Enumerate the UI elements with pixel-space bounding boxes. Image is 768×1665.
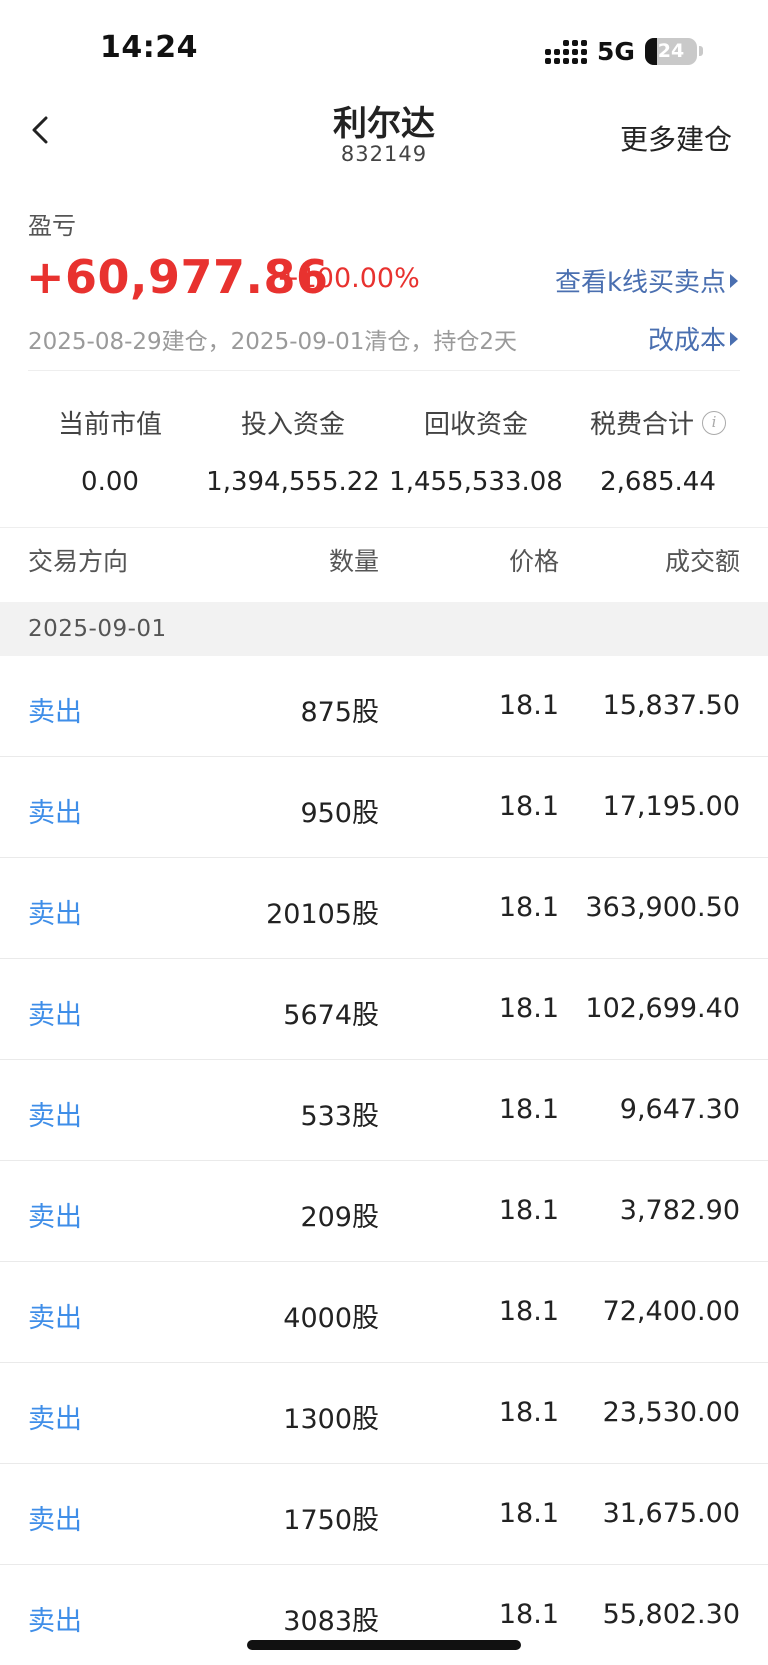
trade-list: 卖出 875股 18.1 15,837.50 卖出 950股 18.1 17,195.00 卖出…	[0, 656, 768, 1665]
stat-label: 回收资金	[423, 410, 528, 440]
table-row[interactable]: 卖出 1750股 18.1 31,675.00	[0, 1464, 768, 1565]
trade-direction: 卖出	[28, 1303, 82, 1334]
stat-value: 0.00	[81, 467, 139, 497]
status-time: 14:24	[100, 30, 198, 65]
trade-direction: 卖出	[28, 1000, 82, 1031]
home-indicator[interactable]	[247, 1640, 521, 1650]
trade-direction: 卖出	[28, 798, 82, 829]
table-header: 交易方向 数量 价格 成交额	[0, 528, 768, 602]
stat-value: 2,685.44	[600, 467, 716, 497]
trade-amount: 363,900.50	[585, 892, 740, 923]
change-cost-link[interactable]: 改成本	[648, 320, 738, 357]
stat-invested: 投入资金 1,394,555.22	[203, 404, 383, 497]
network-type: 5G	[597, 37, 635, 66]
trade-amount: 72,400.00	[602, 1296, 740, 1327]
table-row[interactable]: 卖出 20105股 18.1 363,900.50	[0, 858, 768, 959]
stat-value: 1,394,555.22	[206, 467, 380, 497]
stat-recovered: 回收资金 1,455,533.08	[386, 404, 566, 497]
info-icon[interactable]: i	[702, 410, 726, 435]
caret-right-icon	[730, 273, 738, 288]
trade-direction: 卖出	[28, 1606, 82, 1637]
trade-price: 18.1	[498, 1397, 559, 1428]
table-row[interactable]: 卖出 4000股 18.1 72,400.00	[0, 1262, 768, 1363]
trade-quantity: 209股	[300, 1202, 379, 1233]
stat-label: 税费合计	[589, 410, 694, 440]
stat-label: 投入资金	[240, 410, 345, 440]
table-row[interactable]: 卖出 3083股 18.1 55,802.30	[0, 1565, 768, 1665]
trade-quantity: 1300股	[283, 1404, 379, 1435]
trade-price: 18.1	[498, 791, 559, 822]
profit-percent: +100.00%	[277, 263, 420, 294]
trade-price: 18.1	[498, 1195, 559, 1226]
table-row[interactable]: 卖出 5674股 18.1 102,699.40	[0, 959, 768, 1060]
stats-row: 当前市值 0.00 投入资金 1,394,555.22 回收资金 1,455,5…	[0, 404, 768, 514]
holding-summary: 2025-08-29建仓，2025-09-01清仓，持仓2天	[28, 329, 517, 355]
trade-amount: 31,675.00	[602, 1498, 740, 1529]
trade-amount: 23,530.00	[602, 1397, 740, 1428]
signal-icon	[545, 38, 587, 64]
trade-price: 18.1	[498, 690, 559, 721]
header-amount: 成交额	[664, 547, 740, 576]
trade-quantity: 950股	[300, 798, 379, 829]
header-price: 价格	[508, 547, 559, 576]
view-kline-label: 查看k线买卖点	[554, 268, 726, 298]
battery-icon: 24	[645, 38, 697, 65]
trade-quantity: 4000股	[283, 1303, 379, 1334]
table-row[interactable]: 卖出 533股 18.1 9,647.30	[0, 1060, 768, 1161]
profit-label: 盈亏	[28, 212, 76, 240]
trade-direction: 卖出	[28, 697, 82, 728]
date-group-header: 2025-09-01	[0, 602, 768, 656]
trade-detail-page: 14:24 5G 24 利尔达 832149 更多建仓 盈亏 +60,977.8…	[0, 0, 768, 1665]
trade-amount: 15,837.50	[602, 690, 740, 721]
trade-quantity: 3083股	[283, 1606, 379, 1637]
view-kline-link[interactable]: 查看k线买卖点	[555, 262, 738, 299]
change-cost-label: 改成本	[647, 326, 726, 356]
trade-quantity: 875股	[300, 697, 379, 728]
trade-amount: 3,782.90	[619, 1195, 740, 1226]
trade-quantity: 5674股	[283, 1000, 379, 1031]
header-quantity: 数量	[328, 547, 379, 576]
trade-quantity: 1750股	[283, 1505, 379, 1536]
trade-price: 18.1	[498, 1599, 559, 1630]
table-row[interactable]: 卖出 1300股 18.1 23,530.00	[0, 1363, 768, 1464]
trade-price: 18.1	[498, 1498, 559, 1529]
trade-direction: 卖出	[28, 1505, 82, 1536]
trade-price: 18.1	[498, 1296, 559, 1327]
stat-fees[interactable]: 税费合计 i 2,685.44	[568, 404, 748, 497]
table-row[interactable]: 卖出 209股 18.1 3,782.90	[0, 1161, 768, 1262]
stat-market-value: 当前市值 0.00	[20, 404, 200, 497]
trade-amount: 17,195.00	[602, 791, 740, 822]
table-row[interactable]: 卖出 875股 18.1 15,837.50	[0, 656, 768, 757]
trade-quantity: 533股	[300, 1101, 379, 1132]
nav-bar: 利尔达 832149 更多建仓	[0, 90, 768, 170]
more-positions-button[interactable]: 更多建仓	[620, 118, 732, 158]
header-direction: 交易方向	[28, 547, 129, 576]
battery-level: 24	[657, 40, 685, 62]
trade-price: 18.1	[498, 993, 559, 1024]
trade-amount: 9,647.30	[619, 1094, 740, 1125]
trade-direction: 卖出	[28, 1101, 82, 1132]
status-bar: 14:24 5G 24	[0, 0, 768, 90]
stat-value: 1,455,533.08	[389, 467, 563, 497]
trade-quantity: 20105股	[266, 899, 379, 930]
caret-right-icon	[730, 331, 738, 346]
trade-price: 18.1	[498, 1094, 559, 1125]
trade-amount: 102,699.40	[585, 993, 740, 1024]
trade-direction: 卖出	[28, 1404, 82, 1435]
divider	[28, 370, 740, 371]
trade-price: 18.1	[498, 892, 559, 923]
table-row[interactable]: 卖出 950股 18.1 17,195.00	[0, 757, 768, 858]
stat-label: 当前市值	[57, 410, 162, 440]
trade-direction: 卖出	[28, 899, 82, 930]
trade-date: 2025-09-01	[28, 616, 167, 642]
trade-direction: 卖出	[28, 1202, 82, 1233]
trade-amount: 55,802.30	[602, 1599, 740, 1630]
